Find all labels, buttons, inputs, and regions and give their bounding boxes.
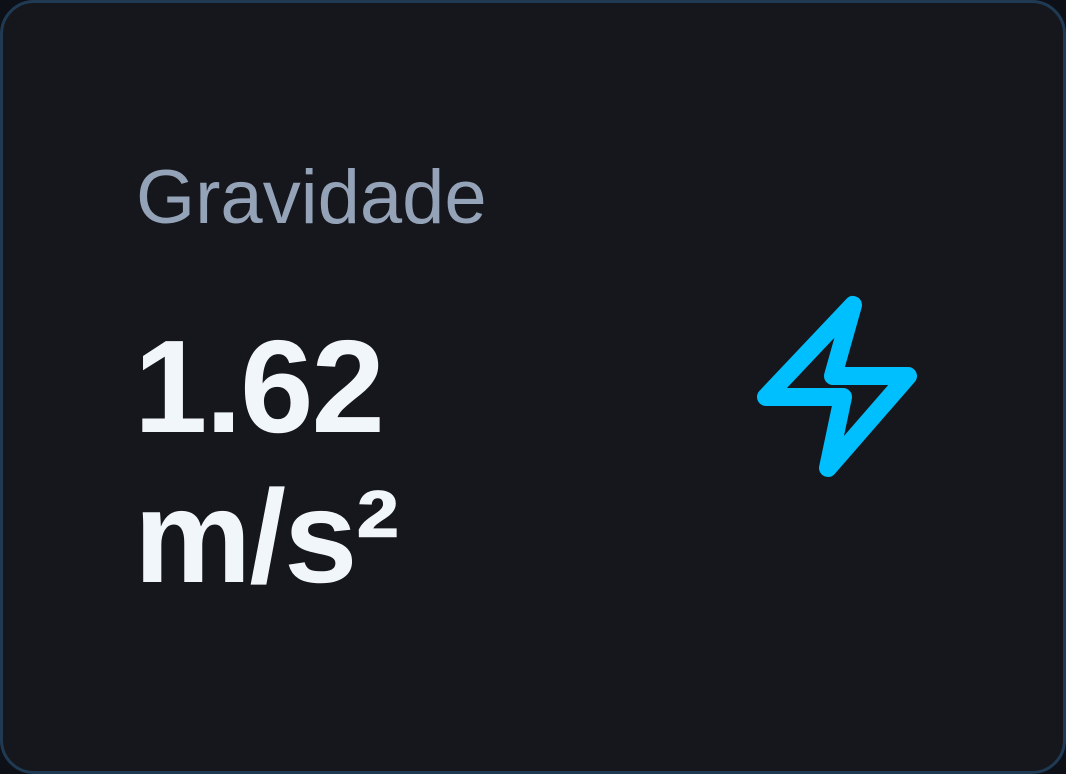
lightning-bolt-icon — [757, 296, 917, 477]
stat-value: 1.62 m/s² — [134, 287, 654, 637]
stat-label: Gravidade — [136, 155, 487, 240]
stat-value-unit: m/s² — [134, 463, 399, 610]
gravity-stat-card: Gravidade 1.62 m/s² — [0, 0, 1066, 774]
